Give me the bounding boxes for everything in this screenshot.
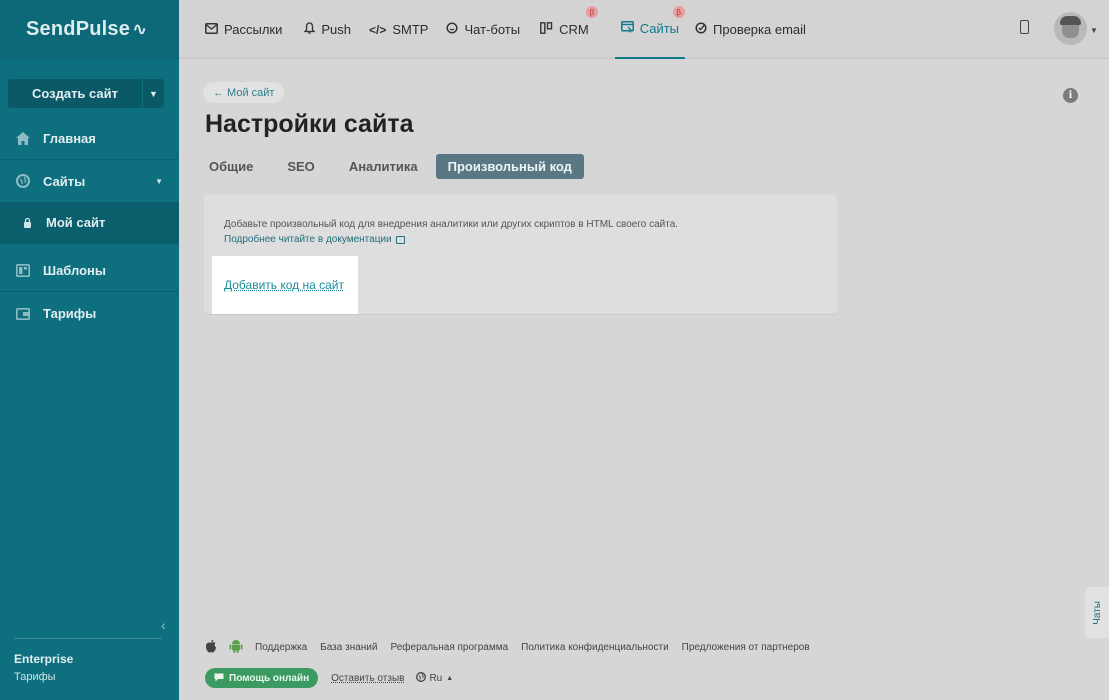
sidebar-item-templates[interactable]: Шаблоны [0, 250, 179, 292]
sidebar-item-sites[interactable]: Сайты ▼ [0, 160, 179, 202]
nav-sites[interactable]: Сайты β [614, 0, 686, 59]
sidebar-item-label: Главная [43, 131, 96, 146]
footer-links: Поддержка База знаний Реферальная програ… [205, 638, 823, 656]
tab-seo[interactable]: SEO [283, 154, 318, 179]
sidebar: SendPulse ∿ Создать сайт ▼ Главная Сайты… [0, 0, 179, 700]
sidebar-item-home[interactable]: Главная [0, 118, 179, 160]
footer-link-support[interactable]: Поддержка [255, 642, 307, 653]
nav-label: Проверка email [713, 22, 806, 37]
pulse-icon: ∿ [132, 19, 148, 39]
globe-icon [416, 671, 427, 685]
collapse-sidebar-icon[interactable]: ‹ [161, 617, 166, 633]
docs-link-label: Подробнее читайте в документации [224, 234, 392, 245]
footer-link-partners[interactable]: Предложения от партнеров [682, 642, 810, 653]
card-description: Добавьте произвольный код для внедрения … [224, 219, 679, 230]
language-label: Ru [429, 672, 443, 684]
footer-bottom: Помощь онлайн Оставить отзыв Ru ▲ [205, 668, 453, 688]
create-site-dropdown-toggle[interactable]: ▼ [142, 79, 164, 108]
avatar-hair [1060, 16, 1081, 25]
help-online-label: Помощь онлайн [229, 672, 310, 684]
footer-link-knowledge-base[interactable]: База знаний [320, 642, 377, 653]
chat-icon [446, 22, 459, 37]
sidebar-item-label: Мой сайт [46, 215, 106, 230]
info-icon[interactable]: i [1063, 88, 1078, 103]
chats-tab[interactable]: Чаты [1085, 587, 1109, 638]
mobile-app-icon[interactable] [1020, 20, 1029, 34]
create-site-group: Создать сайт ▼ [8, 79, 164, 108]
footer-link-referral[interactable]: Реферальная программа [390, 642, 508, 653]
home-icon [16, 132, 30, 146]
external-link-icon [395, 235, 405, 244]
android-icon[interactable] [229, 638, 243, 656]
docs-link[interactable]: Подробнее читайте в документации [224, 234, 405, 245]
beta-badge: β [672, 6, 685, 18]
nav-label: Push [321, 22, 351, 37]
sites-icon [620, 21, 634, 36]
nav-label: Чат-боты [464, 22, 521, 37]
nav-chatbots[interactable]: Чат-боты [446, 0, 530, 59]
top-bar: Рассылки Push </> SMTP Чат-боты CRM β Са… [179, 0, 1109, 59]
plan-name: Enterprise [14, 652, 74, 666]
apple-icon[interactable] [205, 639, 217, 656]
crm-icon [540, 22, 553, 37]
page-title: Настройки сайта [205, 110, 414, 138]
globe-icon [16, 174, 30, 188]
beta-badge: β [586, 6, 599, 18]
tab-analytics[interactable]: Аналитика [345, 154, 422, 179]
chats-tab-label: Чаты [1091, 600, 1103, 625]
language-selector[interactable]: Ru ▲ [416, 671, 454, 685]
chat-bubble-icon [214, 673, 224, 684]
footer-link-privacy[interactable]: Политика конфиденциальности [521, 642, 669, 653]
add-code-link[interactable]: Добавить код на сайт [224, 278, 344, 292]
nav-email-verification[interactable]: Проверка email [695, 0, 816, 59]
chevron-up-icon: ▲ [446, 674, 454, 682]
templates-icon [16, 264, 30, 278]
create-site-button[interactable]: Создать сайт [8, 79, 142, 108]
tab-general[interactable]: Общие [205, 154, 257, 179]
nav-label: SMTP [392, 22, 429, 37]
code-icon: </> [369, 22, 387, 37]
nav-crm[interactable]: CRM β [540, 0, 599, 59]
back-to-my-site-link[interactable]: ← Мой сайт [203, 82, 285, 103]
sidebar-item-pricing[interactable]: Тарифы [0, 292, 179, 334]
plan-link[interactable]: Тарифы [14, 671, 56, 683]
chevron-down-icon: ▼ [149, 88, 158, 99]
sidebar-nav: Главная Сайты ▼ Мой сайт Шаблоны Тарифы [0, 118, 179, 334]
logo-text: SendPulse [26, 18, 131, 40]
sidebar-item-my-site[interactable]: Мой сайт [0, 202, 179, 244]
check-circle-icon [695, 22, 707, 37]
leave-feedback-link[interactable]: Оставить отзыв [331, 673, 404, 684]
nav-label: Рассылки [224, 22, 283, 37]
nav-email-campaigns[interactable]: Рассылки [205, 0, 292, 59]
bell-icon [303, 22, 316, 37]
main-content: ← Мой сайт i Настройки сайта Общие SEO А… [179, 60, 1109, 700]
top-nav: Рассылки Push </> SMTP Чат-боты CRM β Са… [205, 0, 818, 59]
divider [14, 638, 162, 639]
sidebar-item-label: Шаблоны [43, 263, 106, 278]
chevron-down-icon: ▼ [155, 176, 163, 186]
help-online-button[interactable]: Помощь онлайн [205, 668, 319, 688]
sidebar-item-label: Тарифы [43, 305, 97, 321]
nav-push[interactable]: Push [303, 0, 361, 59]
wallet-icon [16, 306, 30, 320]
sendpulse-logo[interactable]: SendPulse ∿ [0, 0, 179, 59]
mail-icon [205, 22, 218, 37]
nav-label: CRM [559, 22, 589, 37]
chevron-down-icon[interactable]: ▼ [1090, 26, 1098, 35]
sidebar-item-label: Сайты [43, 173, 86, 189]
nav-label: Сайты [639, 21, 680, 36]
nav-smtp[interactable]: </> SMTP [369, 0, 438, 59]
lock-icon [20, 216, 34, 230]
settings-tabs: Общие SEO Аналитика Произвольный код [205, 154, 610, 179]
tab-custom-code[interactable]: Произвольный код [435, 154, 584, 179]
avatar[interactable] [1054, 12, 1087, 45]
add-code-highlight: Добавить код на сайт [212, 256, 358, 314]
